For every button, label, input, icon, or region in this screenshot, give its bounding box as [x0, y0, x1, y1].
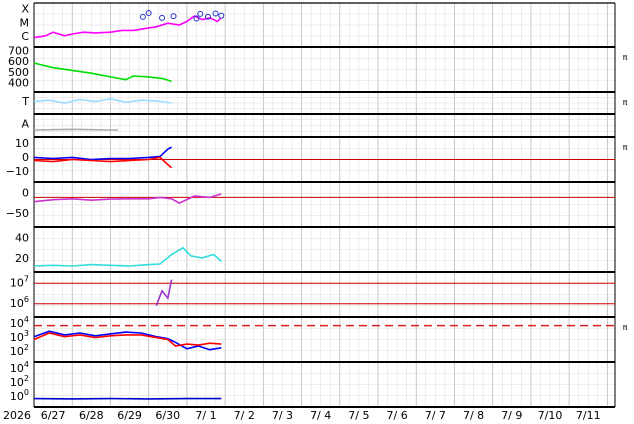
- x-tick-label: 7/ 5: [348, 409, 369, 422]
- labels-layer: 6/27 6/28 6/29 6/30 7/ 1 7/ 2 7/ 3 7/ 4 7/ 5 7/ 6…: [6, 3, 628, 422]
- x-tick-label: 7/ 1: [195, 409, 216, 422]
- series-line-density: [33, 246, 222, 267]
- y-tick-label: C: [21, 30, 29, 43]
- x-tick-label: 7/11: [576, 409, 601, 422]
- y-tick-label: 0: [22, 186, 29, 199]
- flare-marker: [170, 13, 177, 20]
- y-tick-label: 10: [15, 137, 29, 150]
- x-tick-label: 7/10: [538, 409, 563, 422]
- series-line-alpha: [33, 128, 119, 131]
- x-tick-label: 7/ 2: [234, 409, 255, 422]
- y-tick-label: T: [21, 95, 29, 108]
- series-line-speed: [33, 62, 172, 83]
- y-tick-label: −10: [6, 165, 29, 178]
- flare-marker: [159, 14, 166, 21]
- series-line-temperature: [33, 97, 172, 104]
- x-tick-label: 6/29: [117, 409, 142, 422]
- right-axis-marker: π: [623, 323, 628, 332]
- y-tick-label: A: [21, 117, 29, 130]
- y-tick-label: X: [21, 3, 29, 16]
- x-tick-label: 7/ 4: [310, 409, 331, 422]
- series-line-bz: [33, 193, 222, 204]
- y-tick-label: 20: [15, 252, 29, 265]
- series-line-electron: [33, 330, 222, 351]
- solar-wind-chart: 6/27 6/28 6/29 6/30 7/ 1 7/ 2 7/ 3 7/ 4 7/ 5 7/ 6…: [3, 2, 628, 422]
- x-tick-label: 7/ 3: [272, 409, 293, 422]
- series-line-xray: [33, 15, 222, 39]
- x-tick-label: 6/27: [41, 409, 66, 422]
- right-axis-marker: π: [623, 143, 628, 152]
- flare-marker: [139, 13, 146, 20]
- series-line-bfield: [33, 146, 172, 161]
- grid-layer: [33, 2, 616, 408]
- y-tick-label: 106: [10, 295, 29, 310]
- y-tick-label: 104: [10, 360, 29, 375]
- x-tick-label: 7/ 8: [463, 409, 484, 422]
- x-tick-label: 6/30: [155, 409, 180, 422]
- y-tick-label: 104: [10, 315, 29, 330]
- x-tick-label: 7/ 6: [387, 409, 408, 422]
- y-tick-label: 40: [15, 231, 29, 244]
- right-axis-marker: π: [623, 53, 628, 62]
- y-tick-label: 107: [10, 274, 29, 289]
- y-tick-label: M: [20, 16, 30, 29]
- y-tick-label: 102: [10, 374, 29, 389]
- x-tick-label: 7/ 7: [425, 409, 446, 422]
- y-tick-label: 100: [10, 388, 29, 403]
- y-tick-label: 102: [10, 343, 29, 358]
- x-tick-label: 6/28: [79, 409, 104, 422]
- y-tick-label: 400: [8, 77, 29, 90]
- y-tick-label: 103: [10, 329, 29, 344]
- y-tick-label: 0: [22, 151, 29, 164]
- y-tick-label: −50: [6, 207, 29, 220]
- year-label: 2026: [3, 409, 31, 422]
- x-tick-label: 7/ 9: [501, 409, 522, 422]
- right-axis-marker: π: [623, 98, 628, 107]
